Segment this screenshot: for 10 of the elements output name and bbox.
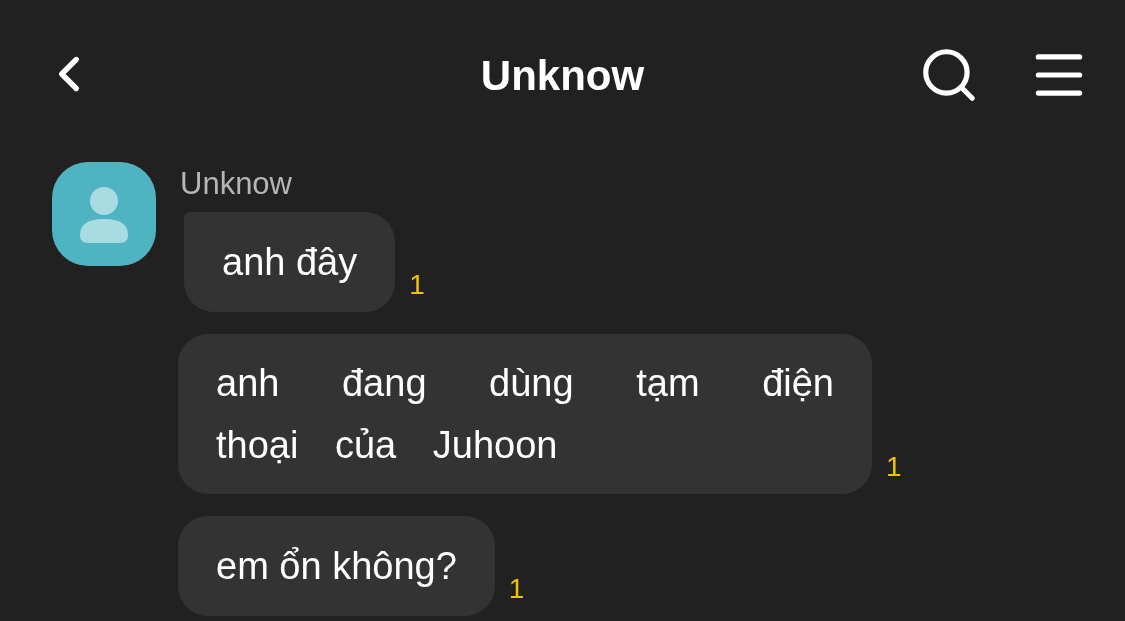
unread-count: 1 xyxy=(886,450,902,484)
person-icon xyxy=(78,185,130,243)
unread-count: 1 xyxy=(508,572,525,606)
message-bubble: anh đây xyxy=(184,212,396,312)
message-bubble: anh đang dùng tạm điện thoại của Juhoon xyxy=(178,334,872,494)
sender-name: Unknow xyxy=(180,168,293,200)
chat-title: Unknow xyxy=(480,50,645,101)
unread-count: 1 xyxy=(409,268,425,302)
avatar[interactable] xyxy=(52,162,156,266)
message-bubble: em ổn không? xyxy=(178,516,495,616)
